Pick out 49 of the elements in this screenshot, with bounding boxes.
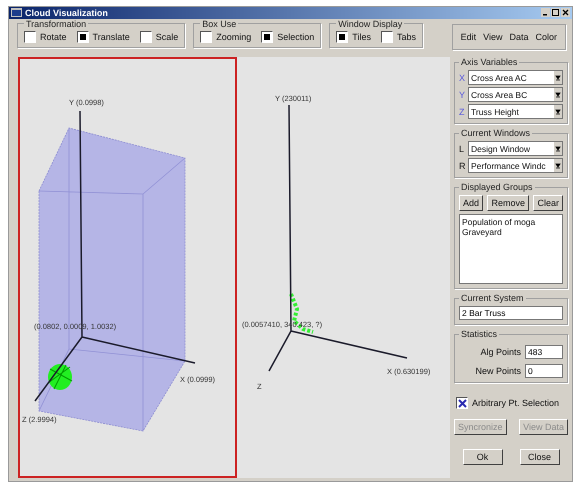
menu-item[interactable]: Data xyxy=(509,32,528,42)
menu-item[interactable]: View xyxy=(483,32,502,42)
list-item[interactable]: Graveyard xyxy=(462,227,560,237)
stat-label: Alg Points xyxy=(480,347,521,357)
group-button[interactable]: Clear xyxy=(533,195,563,211)
list-item[interactable]: Population of moga xyxy=(462,217,560,227)
system-field[interactable]: 2 Bar Truss xyxy=(459,306,563,320)
point-cloud-drawing xyxy=(48,364,72,390)
dropdown[interactable]: Design Window xyxy=(468,141,563,156)
group-button[interactable]: Remove xyxy=(487,195,529,211)
group-title: Axis Variables xyxy=(460,57,518,67)
axis-letter: L xyxy=(459,144,466,154)
group-title: Window Display xyxy=(337,18,404,29)
checkbox[interactable]: Selection xyxy=(261,30,314,43)
group-title: Current Windows xyxy=(460,128,532,138)
dropdown[interactable]: Truss Height xyxy=(468,104,563,119)
cross-icon xyxy=(458,398,466,408)
group-title: Transformation xyxy=(25,18,88,29)
app-icon xyxy=(11,8,22,18)
group-title: Displayed Groups xyxy=(460,182,534,192)
dropdown[interactable]: Cross Area AC xyxy=(468,70,563,85)
dialog-button[interactable]: Ok xyxy=(462,449,502,465)
axis-letter: Z xyxy=(459,106,466,116)
menu-item[interactable]: Color xyxy=(535,32,557,42)
window-title: Cloud Visualization xyxy=(25,8,108,18)
dialog-button[interactable]: Close xyxy=(520,449,560,465)
checkbox[interactable]: Tabs xyxy=(380,30,416,43)
group-title: Statistics xyxy=(460,329,498,339)
checkbox[interactable]: Zooming xyxy=(200,30,252,43)
dropdown[interactable]: Cross Area BC xyxy=(468,87,563,102)
close-icon[interactable] xyxy=(561,8,570,18)
checkbox[interactable]: Arbitrary Pt. Selection xyxy=(456,397,568,409)
stat-field[interactable]: 483 xyxy=(525,345,563,359)
group-button[interactable]: Add xyxy=(459,195,484,211)
maximize-icon[interactable] xyxy=(551,8,560,18)
checkbox[interactable]: Tiles xyxy=(336,30,371,43)
stat-label: New Points xyxy=(475,366,521,376)
axis-letter: X xyxy=(459,72,466,82)
menu-item[interactable]: Edit xyxy=(460,32,476,42)
group-title: Current System xyxy=(460,293,525,303)
stat-field[interactable]: 0 xyxy=(525,364,563,378)
group-title: Box Use xyxy=(201,18,238,29)
axis-letter: Y xyxy=(459,90,466,100)
checkbox[interactable]: Rotate xyxy=(24,30,67,43)
dropdown[interactable]: Performance Windc xyxy=(468,158,563,173)
checkbox[interactable]: Translate xyxy=(76,30,130,43)
axis-letter: R xyxy=(459,160,466,170)
minimize-icon[interactable] xyxy=(541,8,550,18)
checkbox[interactable]: Scale xyxy=(140,30,178,43)
